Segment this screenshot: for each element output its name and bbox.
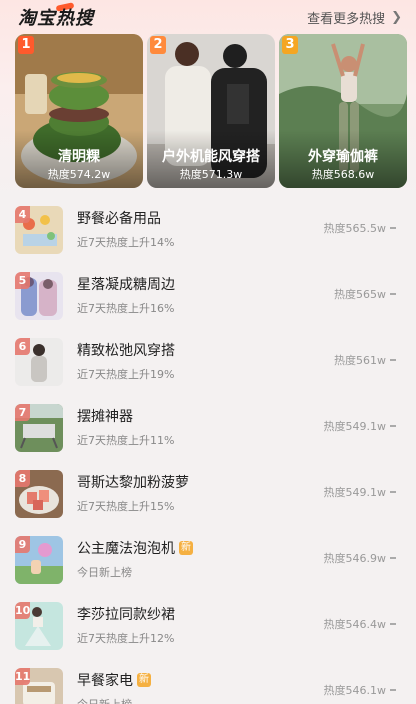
item-trend: 近7天热度上升16%: [77, 302, 175, 315]
brand-title: 淘宝热搜: [18, 8, 94, 29]
new-badge: 新: [179, 541, 193, 555]
dash-icon: [390, 293, 396, 295]
rank-badge: 3: [282, 36, 298, 54]
item-heat: 热度549.1w: [324, 418, 396, 434]
item-heat: 热度546.9w: [324, 550, 396, 566]
item-trend: 近7天热度上升15%: [77, 500, 175, 513]
item-trend: 近7天热度上升19%: [77, 368, 175, 381]
item-trend: 今日新上榜: [77, 566, 132, 579]
list-item[interactable]: 6 精致松弛风穿搭 近7天热度上升19% 热度561w: [0, 330, 416, 396]
new-badge: 新: [137, 673, 151, 687]
list-item[interactable]: 5 星落凝成糖周边 近7天热度上升16% 热度565w: [0, 264, 416, 330]
rank-badge: 9: [15, 536, 30, 553]
item-heat: 热度561w: [334, 352, 396, 368]
card-title: 清明粿: [58, 149, 100, 165]
card-heat: 热度568.6w: [311, 168, 375, 181]
thumb-star-candy: 5: [15, 272, 63, 320]
dash-icon: [390, 425, 396, 427]
thumb-breakfast-appliance: 11: [15, 668, 63, 704]
dash-icon: [390, 491, 396, 493]
rank-badge: 4: [15, 206, 30, 223]
item-name: 星落凝成糖周边: [77, 277, 175, 293]
rank-badge: 10: [15, 602, 31, 619]
card-title: 户外机能风穿搭: [162, 149, 260, 165]
item-name: 野餐必备用品: [77, 211, 161, 227]
list-item[interactable]: 10 李莎拉同款纱裙 近7天热度上升12% 热度546.4w: [0, 594, 416, 660]
item-heat: 热度565.5w: [324, 220, 396, 236]
item-name: 公主魔法泡泡机新: [77, 541, 193, 557]
item-name: 哥斯达黎加粉菠萝: [77, 475, 189, 491]
dash-icon: [390, 359, 396, 361]
list-item[interactable]: 9 公主魔法泡泡机新 今日新上榜 热度546.9w: [0, 528, 416, 594]
item-heat: 热度549.1w: [324, 484, 396, 500]
rank-badge: 7: [15, 404, 30, 421]
dash-icon: [390, 623, 396, 625]
thumb-bubble-machine: 9: [15, 536, 63, 584]
card-title: 外穿瑜伽裤: [308, 149, 378, 165]
view-more-link[interactable]: 查看更多热搜 ❯: [307, 8, 402, 27]
item-trend: 今日新上榜: [77, 696, 132, 704]
hot-card-1[interactable]: 1 清明粿 热度574.2w: [15, 34, 143, 188]
card-heat: 热度571.3w: [179, 168, 243, 181]
thumb-stall-cart: 7: [15, 404, 63, 452]
list-item[interactable]: 7 摆摊神器 近7天热度上升11% 热度549.1w: [0, 396, 416, 462]
list-item[interactable]: 8 哥斯达黎加粉菠萝 近7天热度上升15% 热度549.1w: [0, 462, 416, 528]
item-name: 早餐家电新: [77, 673, 151, 689]
chevron-right-icon: ❯: [391, 10, 402, 25]
card-heat: 热度574.2w: [47, 168, 111, 181]
hot-search-header: 淘宝热搜 查看更多热搜 ❯: [0, 0, 416, 32]
list-item[interactable]: 11 早餐家电新 今日新上榜 热度546.1w: [0, 660, 416, 704]
thumb-tulle-skirt: 10: [15, 602, 63, 650]
item-trend: 近7天热度上升11%: [77, 434, 175, 447]
list-item[interactable]: 4 野餐必备用品 近7天热度上升14% 热度565.5w: [0, 198, 416, 264]
rank-badge: 1: [18, 36, 34, 54]
item-heat: 热度546.4w: [324, 616, 396, 632]
rank-badge: 11: [15, 668, 31, 685]
item-heat: 热度546.1w: [324, 682, 396, 698]
item-name: 李莎拉同款纱裙: [77, 607, 175, 623]
rank-badge: 5: [15, 272, 30, 289]
view-more-label: 查看更多热搜: [307, 12, 386, 27]
rank-badge: 8: [15, 470, 30, 487]
dash-icon: [390, 689, 396, 691]
item-heat: 热度565w: [334, 286, 396, 302]
thumb-relaxed-outfit: 6: [15, 338, 63, 386]
thumb-pink-pineapple: 8: [15, 470, 63, 518]
thumb-picnic: 4: [15, 206, 63, 254]
rank-badge: 6: [15, 338, 30, 355]
dash-icon: [390, 227, 396, 229]
top-three-cards: 1 清明粿 热度574.2w 2 户外机能风穿搭 热度571.3w 3 外穿瑜伽…: [15, 34, 407, 188]
hot-card-2[interactable]: 2 户外机能风穿搭 热度571.3w: [147, 34, 275, 188]
rank-badge: 2: [150, 36, 166, 54]
item-trend: 近7天热度上升14%: [77, 236, 175, 249]
hot-card-3[interactable]: 3 外穿瑜伽裤 热度568.6w: [279, 34, 407, 188]
item-name: 摆摊神器: [77, 409, 133, 425]
item-name: 精致松弛风穿搭: [77, 343, 175, 359]
dash-icon: [390, 557, 396, 559]
item-trend: 近7天热度上升12%: [77, 632, 175, 645]
